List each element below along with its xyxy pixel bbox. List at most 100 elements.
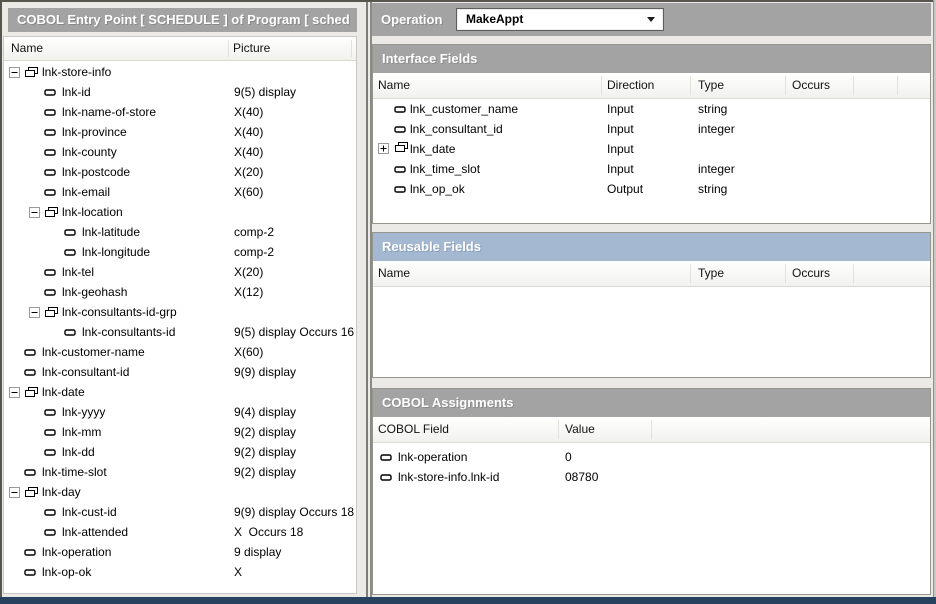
column-header-name: Name xyxy=(378,261,410,286)
column-header-cobol-field: COBOL Field xyxy=(378,417,449,442)
picture-value: 9(2) display xyxy=(234,422,296,442)
icon-slot xyxy=(44,528,62,537)
tree-row[interactable]: lnk-yyyy9(4) display xyxy=(4,402,356,422)
icon-slot xyxy=(64,248,82,257)
cobol-entry-point-panel: Name Picture lnk-store-infolnk-id9(5) di… xyxy=(3,36,357,594)
tree-row[interactable]: lnk-countyX(40) xyxy=(4,142,356,162)
tree-row[interactable]: lnk-mm9(2) display xyxy=(4,422,356,442)
column-separator xyxy=(601,76,602,95)
leaf-icon xyxy=(44,508,56,517)
group-icon xyxy=(44,206,59,219)
field-name: lnk-date xyxy=(42,385,85,399)
interface-fields-rows: lnk_customer_nameInputstringlnk_consulta… xyxy=(373,99,930,199)
picture-value: X(40) xyxy=(234,122,263,142)
leaf-icon xyxy=(44,88,56,97)
interface-field-row[interactable]: lnk_time_slotInputinteger xyxy=(373,159,930,179)
field-direction: Output xyxy=(607,179,643,199)
minus-expander-icon[interactable] xyxy=(29,307,40,318)
tree-row[interactable]: lnk-name-of-storeX(40) xyxy=(4,102,356,122)
tree-row[interactable]: lnk-time-slot9(2) display xyxy=(4,462,356,482)
operation-bar: Operation MakeAppt xyxy=(372,3,931,36)
operation-dropdown[interactable]: MakeAppt xyxy=(456,8,664,31)
cobol-assignments-rows: lnk-operation0lnk-store-info.lnk-id08780 xyxy=(373,443,930,487)
operation-dropdown-value: MakeAppt xyxy=(466,9,523,30)
icon-slot xyxy=(44,168,62,177)
icon-slot xyxy=(44,408,62,417)
tree-row[interactable]: lnk-consultants-id9(5) display Occurs 16 xyxy=(4,322,356,342)
field-name: lnk_date xyxy=(410,139,455,159)
tree-row[interactable]: lnk-operation9 display xyxy=(4,542,356,562)
field-name: lnk-dd xyxy=(62,445,95,459)
tree-row[interactable]: lnk-customer-nameX(60) xyxy=(4,342,356,362)
tree-row[interactable]: lnk-location xyxy=(4,202,356,222)
column-separator xyxy=(651,420,652,439)
column-separator xyxy=(690,264,691,283)
picture-value: 9(2) display xyxy=(234,462,296,482)
minus-expander-icon[interactable] xyxy=(9,487,20,498)
picture-value: 9(9) display Occurs 18 xyxy=(234,502,354,522)
column-header-name: Name xyxy=(378,73,410,98)
column-separator xyxy=(853,264,854,283)
tree-row[interactable]: lnk-cust-id 9(9) display Occurs 18 xyxy=(4,502,356,522)
tree-row[interactable]: lnk-attendedX Occurs 18 xyxy=(4,522,356,542)
tree-row[interactable]: lnk-emailX(60) xyxy=(4,182,356,202)
field-name: lnk_consultant_id xyxy=(410,119,503,139)
picture-value: 9(5) display xyxy=(234,82,296,102)
cobol-field-name: lnk-store-info.lnk-id xyxy=(398,467,499,487)
tree-row[interactable]: lnk-id9(5) display xyxy=(4,82,356,102)
cobol-assignment-row[interactable]: lnk-operation0 xyxy=(373,447,930,467)
interface-field-row[interactable]: lnk_customer_nameInputstring xyxy=(373,99,930,119)
field-name: lnk-geohash xyxy=(62,285,127,299)
expander-slot xyxy=(9,67,24,78)
minus-expander-icon[interactable] xyxy=(9,67,20,78)
field-name: lnk-cust-id xyxy=(62,505,117,519)
field-name: lnk_time_slot xyxy=(410,159,480,179)
plus-expander-icon[interactable] xyxy=(378,143,389,154)
tree-row[interactable]: lnk-op-okX xyxy=(4,562,356,582)
tree-row[interactable]: lnk-store-info xyxy=(4,62,356,82)
leaf-icon xyxy=(44,408,56,417)
tree-row[interactable]: lnk-latitudecomp-2 xyxy=(4,222,356,242)
picture-value: X(40) xyxy=(234,142,263,162)
chevron-down-icon[interactable] xyxy=(647,17,655,22)
tree-row[interactable]: lnk-tel X(20) xyxy=(4,262,356,282)
picture-value: X(20) xyxy=(234,262,263,282)
leaf-icon xyxy=(380,473,392,482)
tree-row[interactable]: lnk-consultant-id9(9) display xyxy=(4,362,356,382)
field-tree: lnk-store-infolnk-id9(5) displaylnk-name… xyxy=(4,62,356,593)
icon-slot xyxy=(394,179,406,199)
tree-row[interactable]: lnk-provinceX(40) xyxy=(4,122,356,142)
tree-row[interactable]: lnk-date xyxy=(4,382,356,402)
column-header-occurs: Occurs xyxy=(792,261,830,286)
minus-expander-icon[interactable] xyxy=(9,387,20,398)
interface-field-row[interactable]: lnk_consultant_id Input integer xyxy=(373,119,930,139)
icon-slot xyxy=(44,288,62,297)
tree-row[interactable]: lnk-postcodeX(20) xyxy=(4,162,356,182)
field-type: integer xyxy=(698,119,735,139)
field-direction: Input xyxy=(607,139,634,159)
field-name: lnk-tel xyxy=(62,265,94,279)
tree-row[interactable]: lnk-longitudecomp-2 xyxy=(4,242,356,262)
cobol-assignment-row[interactable]: lnk-store-info.lnk-id08780 xyxy=(373,467,930,487)
leaf-icon xyxy=(44,148,56,157)
leaf-icon xyxy=(380,453,392,462)
interface-field-row[interactable]: lnk_date Input xyxy=(373,139,930,159)
field-direction: Input xyxy=(607,119,634,139)
field-name: lnk-consultants-id-grp xyxy=(62,305,177,319)
field-type: integer xyxy=(698,159,735,179)
cobol-entry-point-title: COBOL Entry Point [ SCHEDULE ] of Progra… xyxy=(8,8,357,32)
icon-slot xyxy=(24,548,42,557)
leaf-icon xyxy=(44,268,56,277)
icon-slot xyxy=(44,206,62,219)
cobol-assignments-column-header: COBOL Field Value xyxy=(373,417,930,443)
leaf-icon xyxy=(64,328,76,337)
leaf-icon xyxy=(44,448,56,457)
minus-expander-icon[interactable] xyxy=(29,207,40,218)
interface-field-row[interactable]: lnk_op_okOutputstring xyxy=(373,179,930,199)
picture-value: 9 display xyxy=(234,542,281,562)
picture-value: 9(9) display xyxy=(234,362,296,382)
tree-row[interactable]: lnk-geohashX(12) xyxy=(4,282,356,302)
tree-row[interactable]: lnk-consultants-id-grp xyxy=(4,302,356,322)
tree-row[interactable]: lnk-day xyxy=(4,482,356,502)
tree-row[interactable]: lnk-dd9(2) display xyxy=(4,442,356,462)
